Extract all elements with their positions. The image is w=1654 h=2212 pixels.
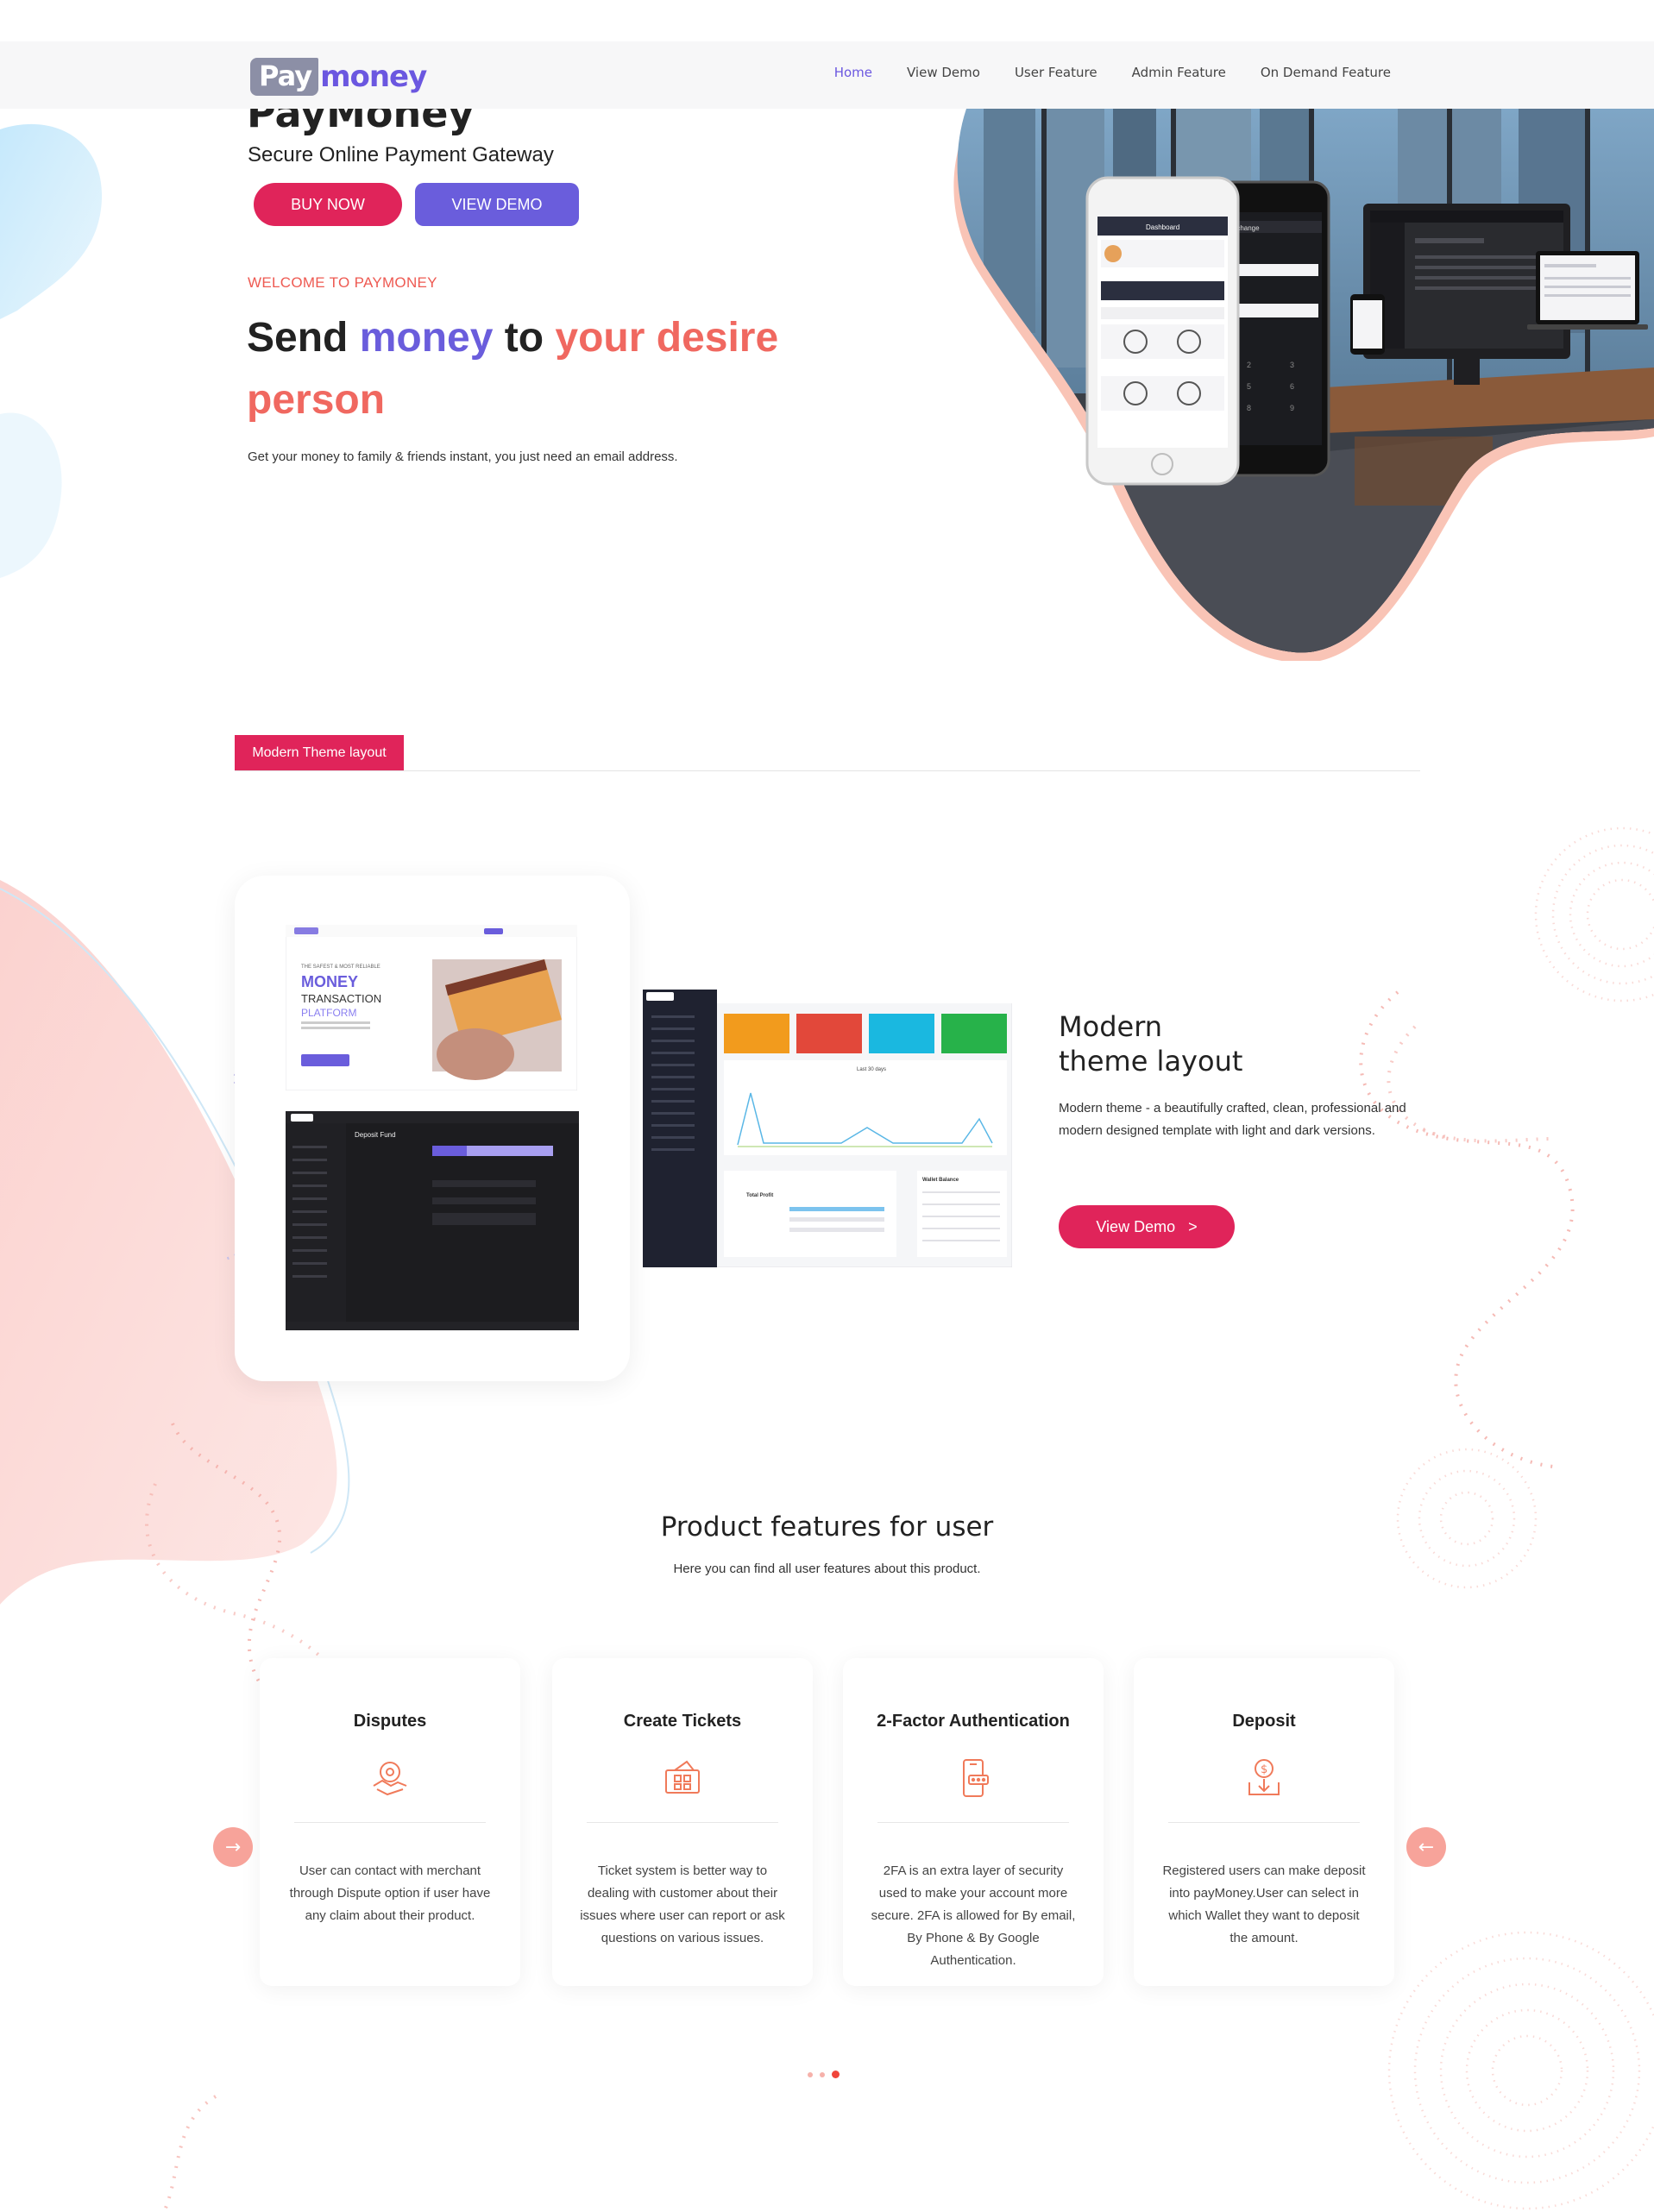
shot3-wallet-balance: Wallet Balance [922,1178,959,1183]
nav-menu: Home View Demo User Feature Admin Featur… [834,65,1391,80]
headline-part-to: to [493,315,556,361]
feature-card-text: User can contact with merchant through D… [289,1863,491,1923]
shot1-line-platform: PLATFORM [301,1007,356,1019]
shot1-line-transaction: TRANSACTION [301,992,381,1005]
hero-headline: Send money to your desire person [247,307,799,431]
carousel-dot-1[interactable] [808,2071,813,2077]
tab-divider [235,770,1420,771]
feature-card-create-tickets[interactable]: Create Tickets Ticket system is better w… [552,1658,813,1986]
top-navbar: Pay money Home View Demo User Feature Ad… [0,41,1654,109]
shot1-kicker: THE SAFEST & MOST RELIABLE [301,965,380,970]
headline-part-send: Send [247,315,360,361]
svg-text:3: 3 [1290,361,1294,369]
svg-text:6: 6 [1290,382,1294,391]
modern-title-line2: theme layout [1059,1045,1243,1078]
screenshot-deposit-dark: Deposit Fund [286,1111,579,1330]
carousel-dot-3[interactable] [832,2071,840,2078]
card-divider [294,1822,486,1823]
nav-on-demand-feature[interactable]: On Demand Feature [1261,65,1391,80]
modern-view-demo-button[interactable]: View Demo > [1059,1205,1235,1248]
shot2-title: Deposit Fund [355,1131,396,1139]
svg-text:9: 9 [1290,404,1294,412]
features-subtitle: Here you can find all user features abou… [673,1562,981,1576]
hero-subtitle: Secure Online Payment Gateway [248,143,554,167]
deposit-icon: $ [1248,1759,1280,1795]
svg-text:8: 8 [1247,404,1251,412]
feature-card-title: 2-Factor Authentication [877,1712,1070,1731]
card-divider [877,1822,1069,1823]
shot3-chart-title: Last 30 days [857,1067,886,1072]
nav-home[interactable]: Home [834,65,872,80]
modern-theme-title: Modern theme layout [1059,1009,1242,1078]
card-divider [1168,1822,1360,1823]
logo-pay-box: Pay [250,58,319,96]
shot1-line-money: MONEY [301,973,358,990]
card-divider [587,1822,778,1823]
disputes-icon [373,1762,407,1796]
feature-card-title: Create Tickets [623,1712,742,1731]
phone-auth-icon [963,1759,989,1797]
phone-dashboard-label: Dashboard [1146,223,1179,231]
buy-now-button[interactable]: BUY NOW [254,183,402,226]
svg-text:2: 2 [1247,361,1251,369]
feature-card-text: 2FA is an extra layer of security used t… [871,1863,1076,1968]
feature-card-2fa[interactable]: 2-Factor Authentication 2FA is an extra … [843,1658,1104,1986]
paymoney-logo[interactable]: Pay money [250,57,427,97]
hero-description: Get your money to family & friends insta… [248,449,678,464]
nav-user-feature[interactable]: User Feature [1015,65,1097,80]
feature-card-title: Deposit [1232,1712,1296,1731]
modern-theme-tab[interactable]: Modern Theme layout [235,735,404,771]
screenshot-landing: THE SAFEST & MOST RELIABLE MONEY TRANSAC… [286,925,577,1090]
carousel-arrow-left[interactable]: → [213,1827,253,1867]
features-title: Product features for user [660,1511,994,1543]
feature-card-disputes[interactable]: Disputes User can contact with merchant … [260,1658,520,1986]
modern-theme-description: Modern theme - a beautifully crafted, cl… [1059,1101,1406,1138]
view-demo-button[interactable]: VIEW DEMO [415,183,579,226]
feature-card-title: Disputes [353,1712,427,1731]
screenshot-admin-dashboard: Last 30 days Total Profit Wallet Balance [643,990,1012,1267]
nav-view-demo[interactable]: View Demo [907,65,980,80]
logo-money-text: money [320,60,427,94]
shot3-total-profit: Total Profit [746,1193,773,1198]
headline-part-money: money [359,315,494,361]
feature-card-text: Registered users can make deposit into p… [1162,1863,1366,1945]
ticket-icon [665,1760,700,1794]
svg-text:5: 5 [1247,382,1251,391]
carousel-pagination [808,2071,840,2078]
hero-devices-image: Exchange 23 56 89 Dashboard [953,109,1654,661]
carousel-dot-2[interactable] [820,2071,825,2077]
feature-card-text: Ticket system is better way to dealing w… [580,1863,785,1945]
feature-card-deposit[interactable]: Deposit $ Registered users can make depo… [1134,1658,1394,1986]
svg-text:$: $ [1261,1763,1267,1776]
modern-title-line1: Modern [1059,1010,1163,1043]
nav-admin-feature[interactable]: Admin Feature [1132,65,1226,80]
welcome-kicker: WELCOME TO PAYMONEY [248,274,437,291]
carousel-arrow-right[interactable]: ← [1406,1827,1446,1867]
